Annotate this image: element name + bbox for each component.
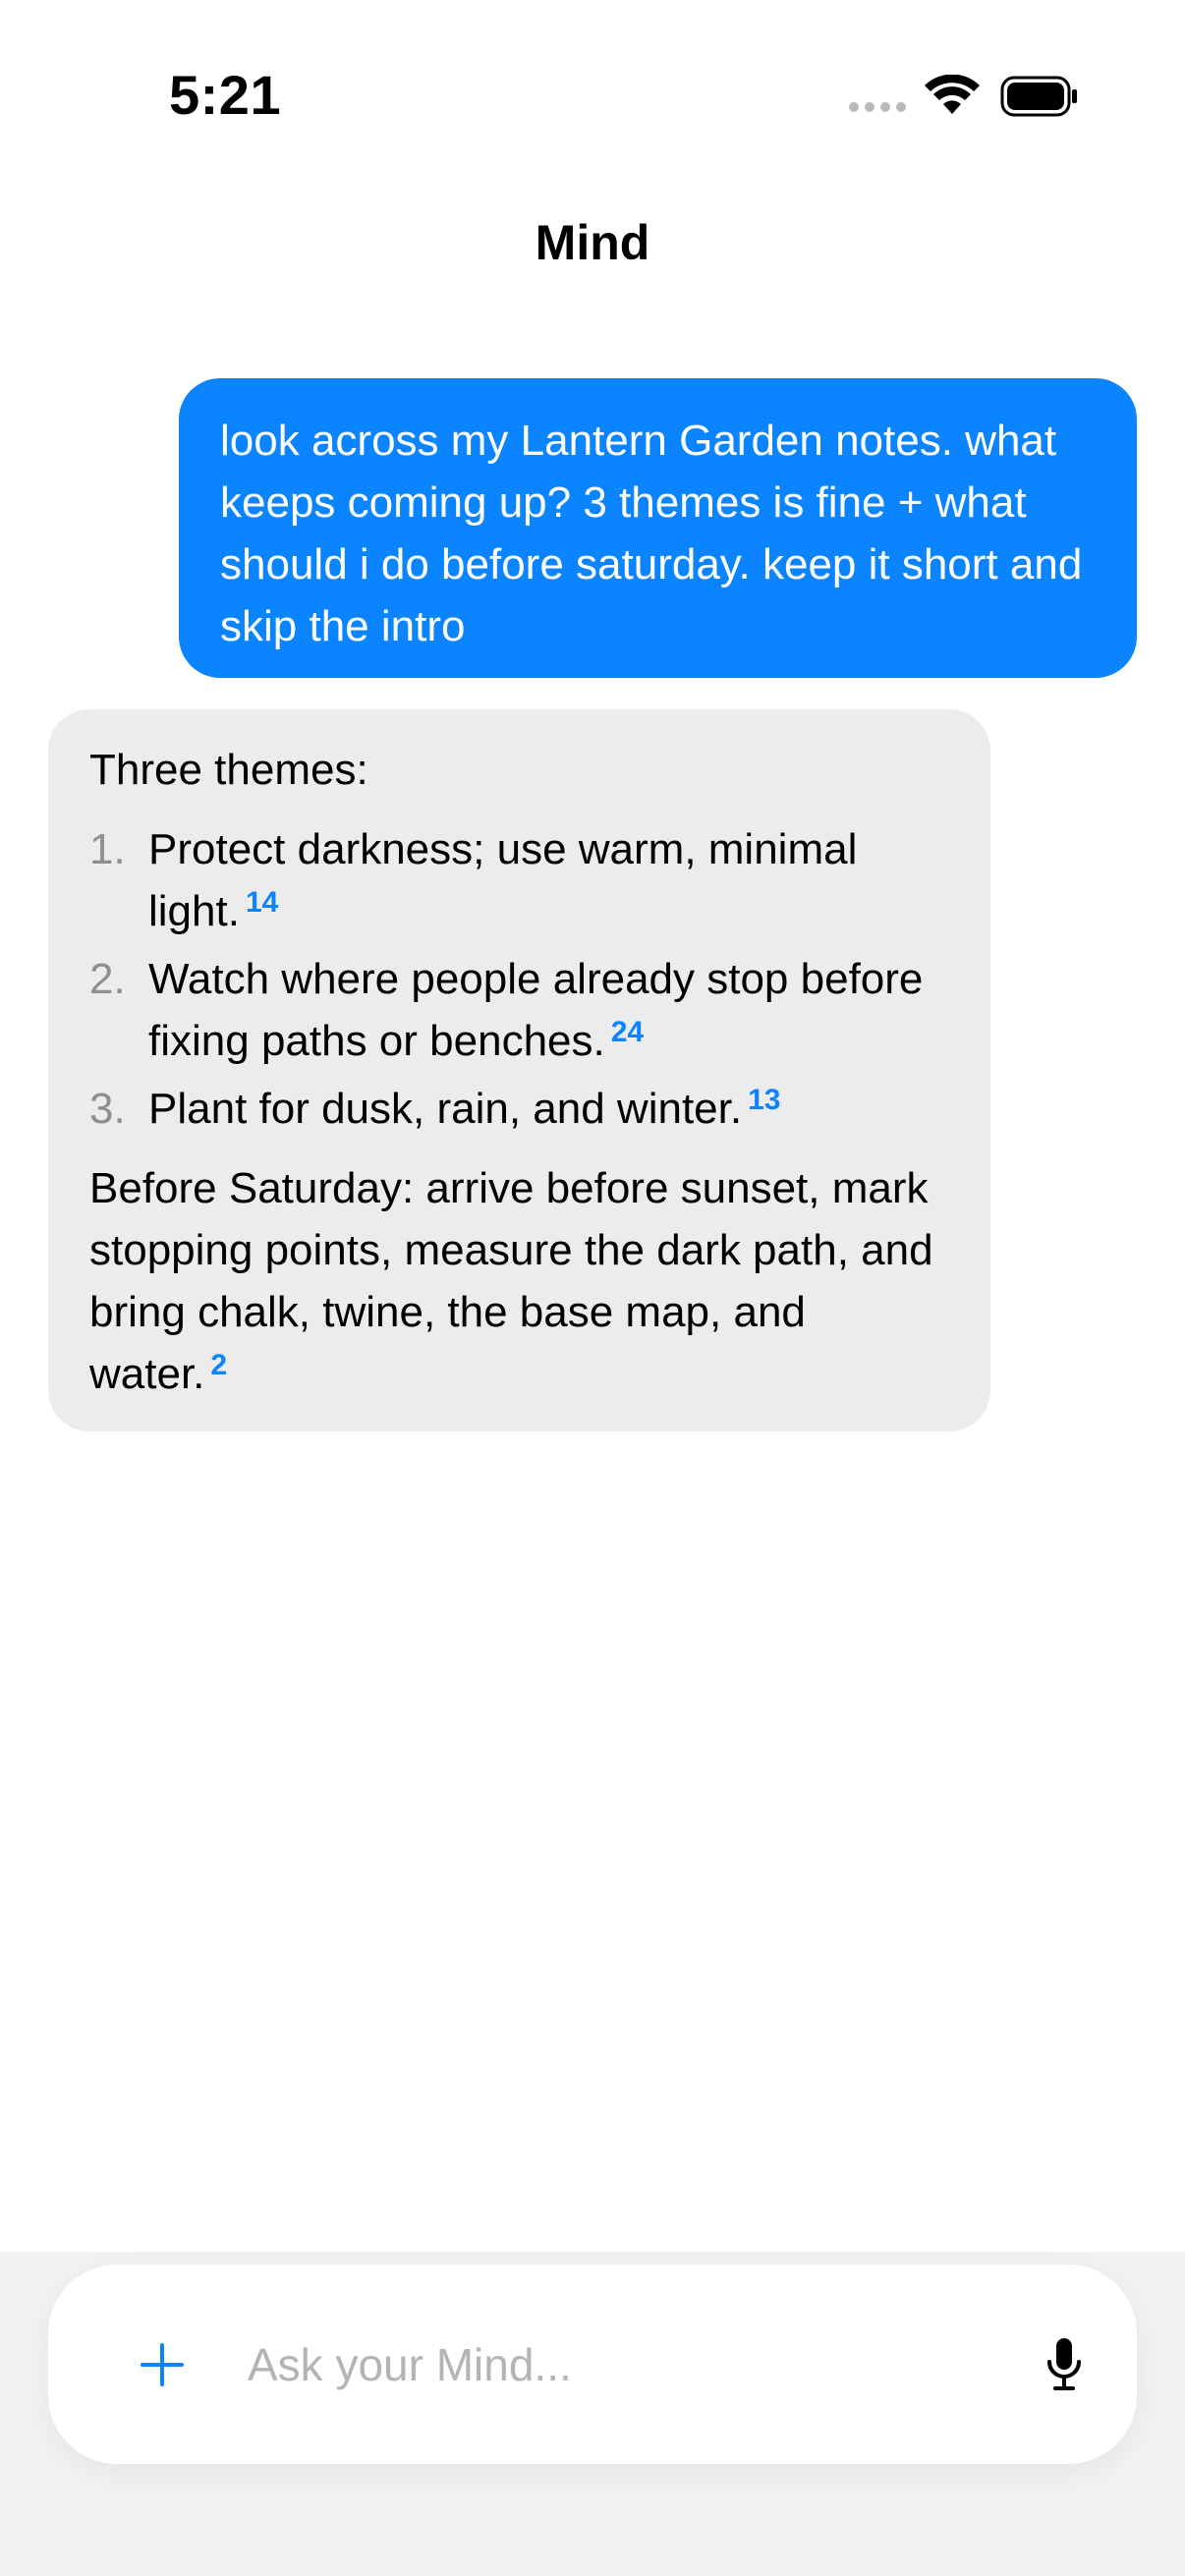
citation-link[interactable]: 2 <box>210 1349 227 1381</box>
theme-text: Protect darkness; use warm, minimal ligh… <box>148 818 951 942</box>
theme-text-content: Watch where people already stop before f… <box>148 955 924 1065</box>
page-title: Mind <box>535 215 650 270</box>
theme-number: 2. <box>89 955 126 1003</box>
microphone-button[interactable] <box>1032 2324 1097 2406</box>
status-time: 5:21 <box>169 64 282 126</box>
chat-screen: 5:21 Mind look across my Lantern Garden … <box>0 0 1185 2576</box>
citation-link[interactable]: 14 <box>246 886 278 919</box>
user-message-text: look across my Lantern Garden notes. wha… <box>220 417 1083 650</box>
themes-heading: Three themes: <box>89 746 368 794</box>
ask-input[interactable] <box>248 2325 994 2404</box>
theme-text-content: Plant for dusk, rain, and winter. <box>148 1085 743 1133</box>
theme-text: Plant for dusk, rain, and winter. 13 <box>148 1078 951 1140</box>
saturday-plan: Before Saturday: arrive before sunset, m… <box>89 1157 951 1405</box>
theme-text-content: Protect darkness; use warm, minimal ligh… <box>148 825 858 935</box>
theme-item: 1. Protect darkness; use warm, minimal l… <box>89 818 951 942</box>
theme-text: Watch where people already stop before f… <box>148 948 951 1072</box>
microphone-icon <box>1047 2338 1081 2390</box>
battery-icon <box>1000 76 1077 117</box>
theme-item: 2. Watch where people already stop befor… <box>89 948 951 1072</box>
theme-number: 3. <box>89 1085 126 1133</box>
user-message-bubble: look across my Lantern Garden notes. wha… <box>179 378 1137 678</box>
cellular-signal-icon <box>849 102 906 112</box>
assistant-message-bubble: Three themes: 1. Protect darkness; use w… <box>48 709 990 1431</box>
theme-item: 3. Plant for dusk, rain, and winter. 13 <box>89 1078 951 1140</box>
citation-link[interactable]: 24 <box>611 1016 644 1048</box>
wifi-icon <box>925 75 980 114</box>
plus-icon <box>141 2343 184 2386</box>
composer-pill <box>48 2265 1137 2464</box>
status-bar: 5:21 <box>0 0 1185 187</box>
composer-area <box>0 2252 1185 2576</box>
theme-number: 1. <box>89 825 126 873</box>
add-attachment-button[interactable] <box>123 2325 201 2404</box>
themes-list: 1. Protect darkness; use warm, minimal l… <box>89 818 951 1140</box>
citation-link[interactable]: 13 <box>748 1084 780 1116</box>
